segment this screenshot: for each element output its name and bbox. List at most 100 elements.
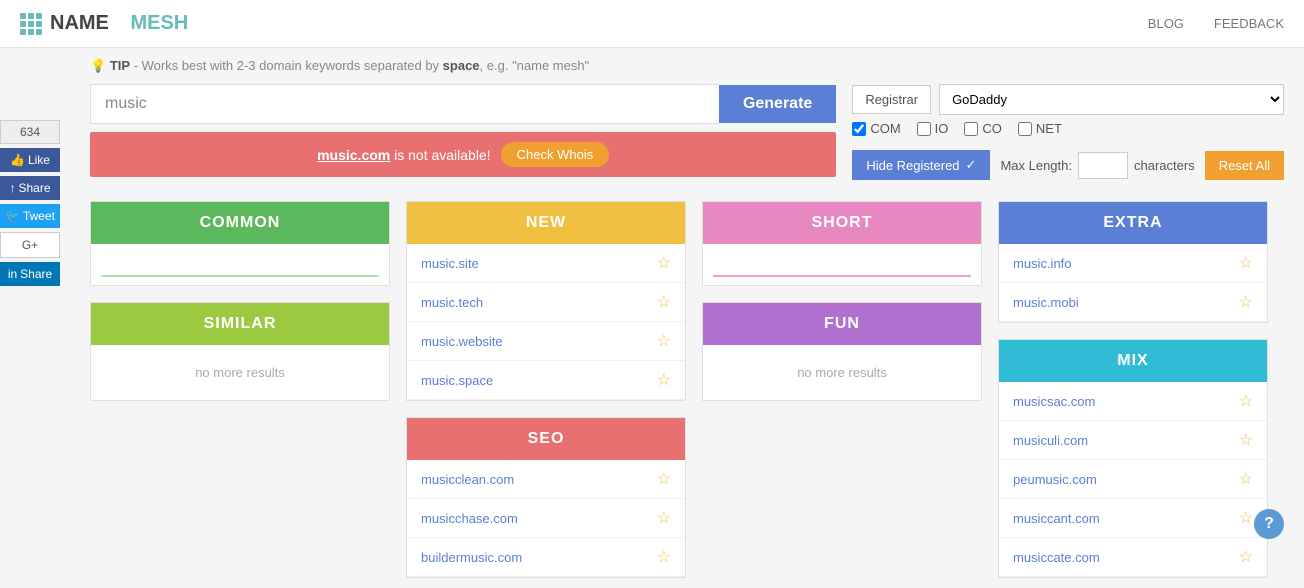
star-icon[interactable]: ☆ [657, 508, 671, 528]
domain-link[interactable]: buildermusic.com [421, 550, 522, 565]
checkbox-icon: ✓ [966, 157, 977, 173]
unavailable-domain-link[interactable]: music.com [317, 147, 390, 163]
domain-link[interactable]: music.mobi [1013, 295, 1079, 310]
star-icon[interactable]: ☆ [1239, 547, 1253, 567]
column-3: SHORT FUN no more results [702, 201, 982, 578]
new-domain-list: music.site ☆ music.tech ☆ music.website … [407, 244, 685, 400]
check-whois-button[interactable]: Check Whois [501, 142, 610, 167]
nav-blog[interactable]: BLOG [1148, 16, 1184, 31]
common-header: COMMON [91, 202, 389, 244]
like-button[interactable]: 👍 Like [0, 148, 60, 172]
mix-domain-list: musicsac.com ☆ musiculi.com ☆ peumusic.c… [999, 382, 1267, 577]
domain-link[interactable]: peumusic.com [1013, 472, 1097, 487]
extra-header: EXTRA [999, 202, 1267, 244]
common-card: COMMON [90, 201, 390, 286]
star-icon[interactable]: ☆ [657, 331, 671, 351]
list-item[interactable]: musicchase.com ☆ [407, 499, 685, 538]
common-filter-input[interactable] [101, 252, 379, 277]
tweet-button[interactable]: 🐦 Tweet [0, 204, 60, 228]
new-header: NEW [407, 202, 685, 244]
not-available-message: is not available! [394, 147, 491, 163]
logo-name: NAME [50, 12, 109, 35]
domain-link[interactable]: musiculi.com [1013, 433, 1088, 448]
tld-com[interactable]: COM [852, 121, 900, 136]
options-area: Registrar GoDaddy Namecheap Name.com COM [852, 84, 1284, 191]
registrar-label: Registrar [852, 85, 931, 114]
domain-link[interactable]: music.info [1013, 256, 1072, 271]
fun-no-results: no more results [703, 345, 981, 400]
list-item[interactable]: music.info ☆ [999, 244, 1267, 283]
star-icon[interactable]: ☆ [1239, 430, 1253, 450]
domain-link[interactable]: music.website [421, 334, 503, 349]
search-area: Generate music.com is not available! Che… [90, 84, 836, 191]
search-input[interactable] [90, 84, 719, 124]
share-linkedin-button[interactable]: in Share [0, 262, 60, 286]
list-item[interactable]: musiculi.com ☆ [999, 421, 1267, 460]
short-card: SHORT [702, 201, 982, 286]
header: NAME MESH BLOG FEEDBACK [0, 0, 1304, 48]
registrar-select[interactable]: GoDaddy Namecheap Name.com [939, 84, 1284, 115]
list-item[interactable]: peumusic.com ☆ [999, 460, 1267, 499]
domain-link[interactable]: music.space [421, 373, 493, 388]
star-icon[interactable]: ☆ [657, 469, 671, 489]
mix-header: MIX [999, 340, 1267, 382]
domain-link[interactable]: music.site [421, 256, 479, 271]
tld-com-checkbox[interactable] [852, 122, 866, 136]
star-icon[interactable]: ☆ [1239, 253, 1253, 273]
similar-card: SIMILAR no more results [90, 302, 390, 401]
list-item[interactable]: musiccate.com ☆ [999, 538, 1267, 577]
list-item[interactable]: buildermusic.com ☆ [407, 538, 685, 577]
thumbs-up-icon: 👍 [10, 153, 25, 167]
tld-net[interactable]: NET [1018, 121, 1062, 136]
domain-link[interactable]: musicclean.com [421, 472, 514, 487]
domain-link[interactable]: musiccant.com [1013, 511, 1100, 526]
star-icon[interactable]: ☆ [657, 292, 671, 312]
star-icon[interactable]: ☆ [657, 253, 671, 273]
share-icon: ↑ [9, 181, 15, 195]
tld-io-checkbox[interactable] [917, 122, 931, 136]
social-sidebar: 634 👍 Like ↑ Share 🐦 Tweet G+ in Share [0, 120, 60, 286]
domain-link[interactable]: musicsac.com [1013, 394, 1095, 409]
list-item[interactable]: music.mobi ☆ [999, 283, 1267, 322]
star-icon[interactable]: ☆ [1239, 508, 1253, 528]
gplus-button[interactable]: G+ [0, 232, 60, 258]
nav-feedback[interactable]: FEEDBACK [1214, 16, 1284, 31]
star-icon[interactable]: ☆ [657, 370, 671, 390]
star-icon[interactable]: ☆ [1239, 391, 1253, 411]
star-icon[interactable]: ☆ [657, 547, 671, 567]
domain-link[interactable]: musicchase.com [421, 511, 518, 526]
max-length-input[interactable] [1078, 152, 1128, 179]
hide-registered-button[interactable]: Hide Registered ✓ [852, 150, 990, 180]
reset-all-button[interactable]: Reset All [1205, 151, 1284, 180]
list-item[interactable]: musicclean.com ☆ [407, 460, 685, 499]
tip-bar: 💡 TIP - Works best with 2-3 domain keywo… [90, 58, 1284, 74]
twitter-icon: 🐦 [5, 209, 20, 223]
fun-header: FUN [703, 303, 981, 345]
generate-button[interactable]: Generate [719, 85, 836, 123]
help-button[interactable]: ? [1254, 509, 1284, 539]
domain-link[interactable]: musiccate.com [1013, 550, 1100, 565]
domain-link[interactable]: music.tech [421, 295, 483, 310]
short-filter-input[interactable] [713, 252, 971, 277]
search-row: Generate [90, 84, 836, 124]
share-facebook-button[interactable]: ↑ Share [0, 176, 60, 200]
new-card: NEW music.site ☆ music.tech ☆ music.webs… [406, 201, 686, 401]
space-word: space [443, 58, 480, 73]
list-item[interactable]: music.tech ☆ [407, 283, 685, 322]
list-item[interactable]: music.website ☆ [407, 322, 685, 361]
star-icon[interactable]: ☆ [1239, 292, 1253, 312]
tld-net-checkbox[interactable] [1018, 122, 1032, 136]
logo-grid-icon [20, 13, 42, 35]
list-item[interactable]: musicsac.com ☆ [999, 382, 1267, 421]
column-1: COMMON SIMILAR no more results [90, 201, 390, 578]
list-item[interactable]: music.space ☆ [407, 361, 685, 400]
list-item[interactable]: music.site ☆ [407, 244, 685, 283]
star-icon[interactable]: ☆ [1239, 469, 1253, 489]
tld-co[interactable]: CO [964, 121, 1002, 136]
tld-row: COM IO CO NET [852, 121, 1284, 136]
tip-label: TIP [110, 58, 130, 73]
list-item[interactable]: musiccant.com ☆ [999, 499, 1267, 538]
fun-domain-list: no more results [703, 345, 981, 400]
tld-io[interactable]: IO [917, 121, 949, 136]
tld-co-checkbox[interactable] [964, 122, 978, 136]
